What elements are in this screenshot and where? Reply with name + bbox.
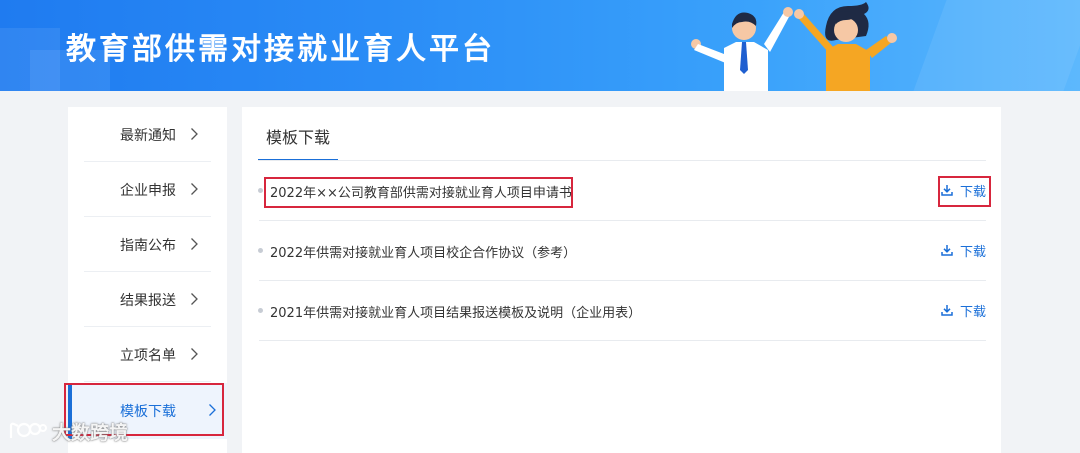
header-banner: 教育部供需对接就业育人平台 [0,0,1080,91]
file-title-link[interactable]: 2022年××公司教育部供需对接就业育人项目申请书 [270,182,572,201]
download-label: 下载 [959,184,986,200]
chevron-right-icon [191,238,198,250]
download-icon [941,185,953,196]
chevron-right-icon [209,404,216,416]
platform-title: 教育部供需对接就业育人平台 [66,32,495,67]
download-label: 下载 [959,304,986,320]
people-illustration [691,2,897,91]
sidebar-item-result-report[interactable]: 结果报送 [84,272,211,327]
sidebar-item-enterprise-apply[interactable]: 企业申报 [84,162,211,217]
download-button[interactable]: 下载 [941,301,986,320]
bullet-dot [258,308,263,313]
download-button[interactable]: 下载 [941,241,986,260]
list-item: 2022年××公司教育部供需对接就业育人项目申请书 下载 [258,161,986,221]
sidebar-item-label: 最新通知 [120,128,176,144]
watermark: 大数跨境 [8,419,129,444]
sidebar-item-label: 指南公布 [120,238,176,254]
tab-template-download[interactable]: 模板下载 [258,128,338,161]
sidebar-item-latest-notice[interactable]: 最新通知 [84,107,211,162]
bullet-dot [258,188,263,193]
download-button[interactable]: 下载 [941,181,986,200]
file-title-link[interactable]: 2022年供需对接就业育人项目校企合作协议（参考） [270,242,576,261]
watermark-text: 大数跨境 [52,421,129,444]
sidebar-item-label: 模板下载 [120,404,176,420]
sidebar-item-label: 立项名单 [120,348,176,364]
chevron-right-icon [191,348,198,360]
sidebar-item-label: 结果报送 [120,293,176,309]
list-item: 2021年供需对接就业育人项目结果报送模板及说明（企业用表） 下载 [258,281,986,341]
download-icon [941,245,953,256]
sidebar-item-project-list[interactable]: 立项名单 [84,327,211,382]
file-title-link[interactable]: 2021年供需对接就业育人项目结果报送模板及说明（企业用表） [270,302,641,321]
download-icon [941,305,953,316]
chevron-right-icon [191,128,198,140]
chevron-right-icon [191,293,198,305]
download-label: 下载 [959,244,986,260]
main-panel: 模板下载 2022年××公司教育部供需对接就业育人项目申请书 下载 2022年供… [242,107,1001,453]
bullet-dot [258,248,263,253]
sidebar-item-label: 企业申报 [120,183,176,199]
chevron-right-icon [191,183,198,195]
watermark-logo-icon [9,422,47,438]
sidebar: 最新通知 企业申报 指南公布 结果报送 立项名单 模板下载 [68,107,227,453]
list-item: 2022年供需对接就业育人项目校企合作协议（参考） 下载 [258,221,986,281]
banner-decoration [913,0,1080,91]
sidebar-item-guide-publish[interactable]: 指南公布 [84,217,211,272]
